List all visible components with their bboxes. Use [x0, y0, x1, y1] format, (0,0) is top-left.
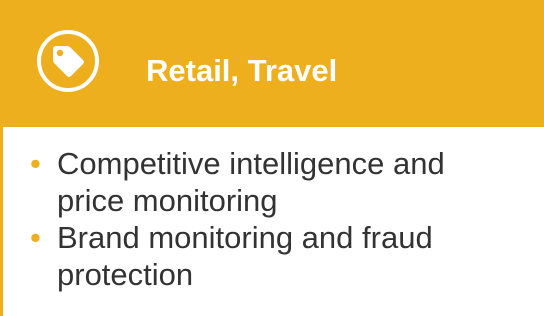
card-title: Retail, Travel	[146, 53, 338, 88]
bullet-marker: •	[30, 146, 41, 181]
list-item-text: Competitive intelligence and price monit…	[57, 146, 445, 218]
list-item: • Brand monitoring and fraud protection	[0, 219, 497, 293]
list-item: • Competitive intelligence and price mon…	[0, 145, 497, 219]
price-tag-icon	[36, 29, 100, 93]
bullet-list: • Competitive intelligence and price mon…	[0, 145, 544, 293]
list-item-text: Brand monitoring and fraud protection	[57, 220, 433, 292]
bullet-marker: •	[30, 220, 41, 255]
card-header: Retail, Travel	[0, 0, 544, 127]
retail-travel-card: Retail, Travel • Competitive intelligenc…	[0, 0, 544, 316]
